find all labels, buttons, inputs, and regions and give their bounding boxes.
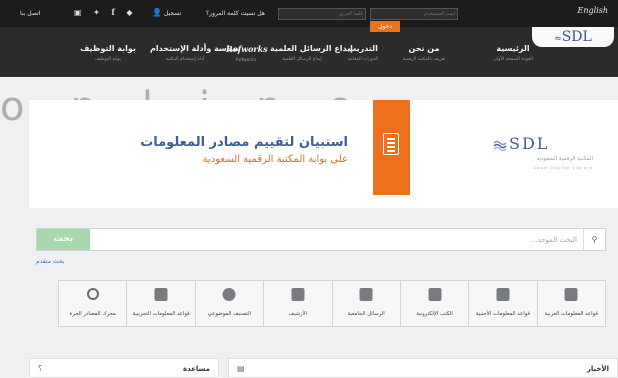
- hero-banner[interactable]: استبيان لتقييم مصادر المعلومات على بوابة…: [29, 100, 618, 208]
- category-ebooks[interactable]: الكتب الإلكترونية: [401, 281, 470, 326]
- arabic-db-icon: [564, 288, 578, 301]
- thesis-icon: [359, 288, 373, 301]
- trial-db-icon: [154, 288, 168, 301]
- login-button[interactable]: دخول: [370, 21, 400, 32]
- category-archive[interactable]: الأرشيف: [264, 281, 333, 326]
- category-label: قواعد المعلومات العربية: [544, 311, 598, 317]
- contact-link[interactable]: اتصل بنا: [20, 10, 40, 17]
- rss-icon[interactable]: ◆: [126, 8, 132, 17]
- news-icon: ▤: [237, 364, 245, 373]
- hero-title: استبيان لتقييم مصادر المعلومات: [140, 135, 348, 150]
- category-open-source[interactable]: محرك المصادر الحرة: [59, 281, 128, 326]
- document-icon: [373, 100, 410, 195]
- nav-item-usage-policy[interactable]: سياسة وأدلة الإستخدام أدلة إستخدام المكت…: [150, 44, 241, 62]
- hero-logo: SDL المكتبة الرقمية السعودية Saudi Digit…: [493, 134, 593, 184]
- ebook-icon: [428, 288, 442, 301]
- top-bar: English هل نسيت كلمة المرور؟ تسجيل 👤 ▣ ✦…: [0, 0, 618, 27]
- nav-item-subtitle: بوابة التوظيف: [95, 57, 121, 62]
- category-label: الرسائل الجامعية: [347, 311, 385, 317]
- help-panel-title: مساعدة: [182, 365, 210, 373]
- register-link[interactable]: تسجيل: [164, 10, 181, 17]
- advanced-search-link[interactable]: بحث متقدم: [36, 258, 64, 265]
- archive-icon: [291, 288, 305, 301]
- sdl-logo-wave-icon: ≈: [554, 34, 562, 44]
- category-label: قواعد المعلومات التجريبية: [132, 311, 190, 317]
- nav-item-subtitle: الدورات المقامة: [348, 57, 378, 62]
- category-label: محرك المصادر الحرة: [69, 311, 116, 317]
- subject-icon: [222, 288, 236, 301]
- news-panel: ▤ الأخبار: [228, 358, 618, 378]
- open-source-icon: [86, 288, 99, 300]
- help-panel: ؟ مساعدة: [29, 358, 219, 378]
- logo-wave-icon: [493, 140, 507, 152]
- nav-item-thesis-deposit[interactable]: إيداع الرسائل العلمية إيداع الرسائل العل…: [270, 44, 353, 62]
- category-label: الكتب الإلكترونية: [416, 311, 453, 317]
- user-icon: 👤: [152, 8, 162, 17]
- category-arabic-db[interactable]: قواعد المعلومات العربية: [538, 281, 605, 326]
- search-icon[interactable]: ⚲: [583, 229, 605, 250]
- nav-item-subtitle: إيداع الرسائل العلمية: [282, 57, 322, 62]
- category-tiles: محرك المصادر الحرة قواعد المعلومات التجر…: [58, 280, 606, 327]
- nav-item-title: من نحن: [408, 44, 440, 53]
- nav-item-title: الرئيسية: [496, 44, 530, 53]
- nav-item-subtitle: Refworks: [235, 58, 257, 63]
- youtube-icon[interactable]: ▣: [74, 8, 82, 17]
- nav-item-subtitle: أدلة إستخدام المكتبة: [165, 57, 205, 62]
- sdl-logo-text: SDL: [561, 29, 592, 45]
- password-field[interactable]: [278, 8, 366, 20]
- hero-logo-english: Saudi Digital Library: [533, 165, 593, 170]
- help-icon[interactable]: ؟: [38, 364, 42, 373]
- nav-item-subtitle: تعريف بالمكتبة الرقمية: [402, 57, 446, 62]
- username-field[interactable]: [370, 8, 458, 20]
- category-label: الأرشيف: [288, 311, 308, 317]
- search-button[interactable]: بحث: [37, 229, 90, 250]
- category-label: قواعد المعلومات الأجنبية: [475, 311, 530, 317]
- hero-logo-text: SDL: [509, 134, 550, 153]
- language-link[interactable]: English: [578, 6, 609, 15]
- facebook-icon[interactable]: f: [111, 7, 114, 17]
- foreign-db-icon: [496, 288, 510, 301]
- category-label: التصنيف الموضوعي: [207, 311, 252, 317]
- social-links: ▣ ✦ f ◆: [74, 7, 142, 17]
- twitter-icon[interactable]: ✦: [93, 8, 100, 17]
- hero-logo-arabic: المكتبة الرقمية السعودية: [536, 156, 593, 162]
- nav-item-about[interactable]: من نحن تعريف بالمكتبة الرقمية: [394, 44, 454, 62]
- forgot-password-link[interactable]: هل نسيت كلمة المرور؟: [206, 10, 265, 17]
- nav-item-title: إيداع الرسائل العلمية: [270, 44, 353, 53]
- category-foreign-db[interactable]: قواعد المعلومات الأجنبية: [469, 281, 538, 326]
- category-thesis[interactable]: الرسائل الجامعية: [333, 281, 401, 326]
- nav-item-home[interactable]: الرئيسية العودة للصفحة الأولى: [488, 44, 538, 62]
- sdl-logo[interactable]: ≈SDL: [532, 27, 614, 47]
- hero-subtitle: على بوابة المكتبة الرقمية السعودية: [202, 154, 348, 165]
- search-input[interactable]: [93, 229, 583, 250]
- nav-item-subtitle: العودة للصفحة الأولى: [493, 57, 533, 62]
- nav-item-employment[interactable]: بوابة التوظيف بوابة التوظيف: [76, 44, 140, 62]
- nav-item-title: سياسة وأدلة الإستخدام: [150, 44, 241, 53]
- category-subject[interactable]: التصنيف الموضوعي: [196, 281, 265, 326]
- news-panel-title: الأخبار: [586, 365, 609, 373]
- nav-item-title: بوابة التوظيف: [80, 44, 136, 53]
- search-bar: بحث ⚲: [36, 228, 606, 251]
- category-trial-db[interactable]: قواعد المعلومات التجريبية: [127, 281, 196, 326]
